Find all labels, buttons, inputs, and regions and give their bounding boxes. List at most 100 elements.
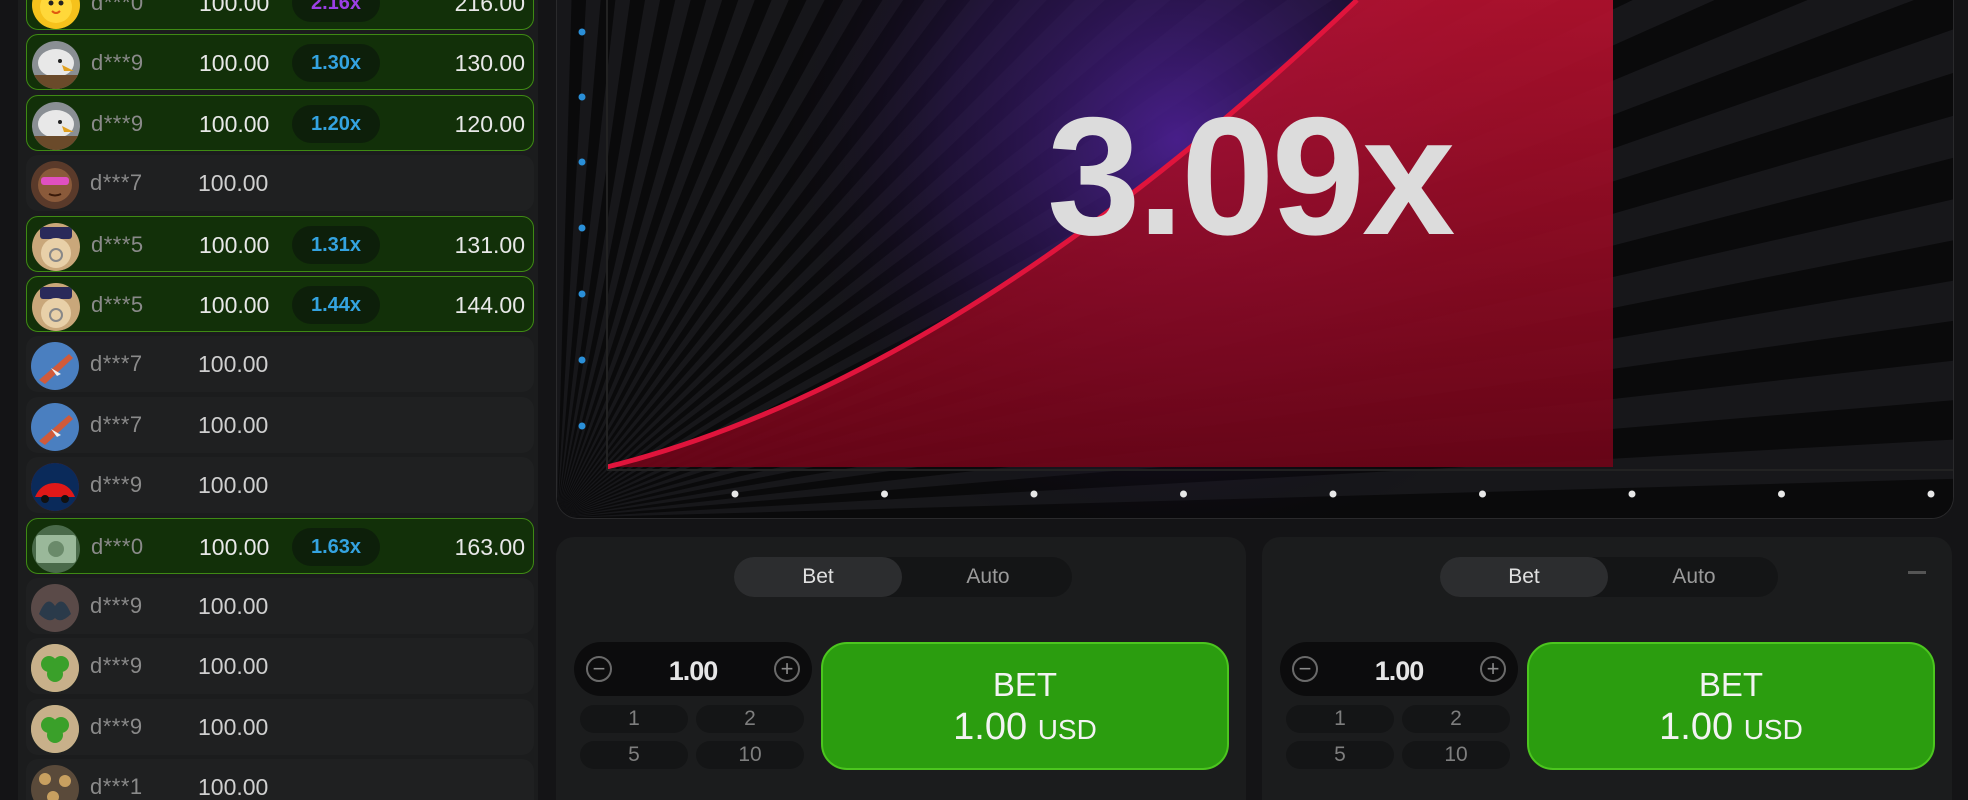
plus-icon[interactable]: + — [1480, 656, 1506, 682]
bet-amount: 100.00 — [198, 593, 269, 619]
bet-row: d***7 100.00 — [26, 155, 534, 212]
username: d***5 — [91, 292, 144, 317]
x-axis-dot — [1030, 490, 1038, 498]
username: d***7 — [90, 351, 143, 377]
y-axis-dot — [578, 422, 586, 430]
bet-button[interactable]: BET 1.00 USD — [821, 642, 1229, 770]
avatar — [32, 0, 80, 29]
x-axis-dot — [1479, 490, 1486, 498]
y-axis-dot — [578, 224, 586, 232]
x-axis-dot — [731, 490, 739, 498]
cashout-multiplier: 1.31x — [292, 225, 380, 264]
bet-amount: 100.00 — [199, 231, 270, 258]
bet-button-label: BET — [992, 666, 1058, 703]
y-axis-dot — [578, 158, 586, 166]
bet-row: d***7 100.00 — [26, 336, 534, 393]
bets-list: d***0 100.00 2.16x 216.00 d***9 100.00 1.30x 13… — [18, 0, 538, 800]
avatar — [32, 524, 80, 573]
tab-bet[interactable]: Bet — [1440, 557, 1608, 597]
x-axis-dot — [1927, 490, 1935, 498]
username: d***9 — [90, 653, 143, 679]
quick-amount-5[interactable]: 5 — [1286, 741, 1394, 769]
win-amount: 131.00 — [454, 231, 525, 258]
bet-row: d***5 100.00 1.44x 144.00 — [26, 276, 534, 332]
quick-amount-1[interactable]: 1 — [1286, 705, 1394, 733]
username: d***7 — [90, 170, 143, 196]
avatar — [31, 402, 79, 451]
bet-row: d***1 100.00 — [26, 759, 534, 800]
bet-amount: 100.00 — [198, 472, 269, 499]
username: d***9 — [90, 713, 143, 739]
avatar — [32, 101, 80, 150]
bet-amount: 100.00 — [199, 50, 270, 77]
bet-button-value: 1.00 — [1659, 706, 1734, 748]
bet-button-amount: 1.00 USD — [823, 706, 1227, 749]
cashout-multiplier: 1.30x — [292, 44, 380, 83]
plus-icon[interactable]: + — [774, 656, 800, 682]
avatar — [32, 41, 80, 90]
bet-row: d***9 100.00 — [26, 698, 534, 755]
tab-bet[interactable]: Bet — [734, 557, 902, 597]
quick-amount-10[interactable]: 10 — [696, 741, 804, 769]
win-amount: 120.00 — [454, 110, 525, 137]
username: d***9 — [91, 50, 144, 76]
x-axis-dot — [1329, 490, 1337, 498]
quick-amount-2[interactable]: 2 — [696, 705, 804, 733]
avatar — [31, 463, 79, 512]
quick-amount-10[interactable]: 10 — [1402, 741, 1510, 769]
bet-amount: 100.00 — [198, 774, 269, 800]
avatar — [31, 584, 79, 632]
x-axis-dot — [1778, 490, 1785, 498]
bet-row: d***9 100.00 — [26, 457, 534, 514]
currency-label: USD — [1743, 714, 1803, 745]
bet-row: d***0 100.00 2.16x 216.00 — [26, 0, 534, 30]
username: d***9 — [91, 110, 144, 136]
username: d***1 — [90, 774, 143, 800]
tab-auto[interactable]: Auto — [904, 557, 1072, 597]
username: d***7 — [90, 411, 143, 437]
bet-panel-2: Bet Auto − 1.00 + 1 2 5 10 BET 1.00 USD — [1262, 537, 1952, 800]
tab-auto[interactable]: Auto — [1610, 557, 1778, 597]
x-axis-dot — [881, 490, 888, 498]
y-axis-dot — [578, 28, 586, 36]
cashout-multiplier: 1.63x — [292, 527, 380, 566]
bet-amount: 100.00 — [198, 170, 269, 197]
remove-panel-icon[interactable] — [1908, 571, 1926, 574]
bet-button[interactable]: BET 1.00 USD — [1527, 642, 1935, 770]
bet-amount: 100.00 — [199, 292, 270, 318]
username: d***9 — [90, 472, 143, 498]
bet-amount: 100.00 — [198, 351, 269, 378]
bet-row: d***9 100.00 1.30x 130.00 — [26, 34, 534, 91]
x-axis-dot — [1180, 490, 1187, 498]
game-area: 3.09x — [556, 0, 1954, 519]
bet-amount: 100.00 — [198, 713, 269, 740]
username: d***0 — [91, 533, 144, 559]
bet-row: d***9 100.00 1.20x 120.00 — [26, 94, 534, 151]
bet-row: d***9 100.00 — [26, 578, 534, 634]
cashout-multiplier: 1.20x — [292, 104, 380, 143]
username: d***5 — [91, 231, 144, 257]
avatar — [32, 283, 80, 331]
bet-amount-stepper: − 1.00 + — [1280, 642, 1518, 696]
bet-button-value: 1.00 — [953, 706, 1028, 748]
username: d***9 — [90, 593, 143, 618]
avatar — [31, 644, 79, 693]
bet-amount: 100.00 — [198, 653, 269, 680]
bet-panel-1: Bet Auto − 1.00 + 1 2 5 10 BET 1.00 USD — [556, 537, 1246, 800]
y-axis-dot — [578, 93, 586, 101]
avatar — [32, 222, 80, 271]
bet-row: d***0 100.00 1.63x 163.00 — [26, 517, 534, 574]
avatar — [31, 765, 79, 800]
quick-amount-2[interactable]: 2 — [1402, 705, 1510, 733]
win-amount: 163.00 — [454, 533, 525, 560]
currency-label: USD — [1037, 714, 1097, 745]
cashout-multiplier: 1.44x — [292, 286, 380, 324]
quick-amount-1[interactable]: 1 — [580, 705, 688, 733]
win-amount: 130.00 — [454, 50, 525, 77]
username: d***0 — [91, 0, 144, 15]
quick-amount-5[interactable]: 5 — [580, 741, 688, 769]
bet-row: d***9 100.00 — [26, 638, 534, 695]
bet-amount-stepper: − 1.00 + — [574, 642, 812, 696]
avatar — [31, 161, 79, 210]
x-axis-dot — [1628, 490, 1636, 498]
